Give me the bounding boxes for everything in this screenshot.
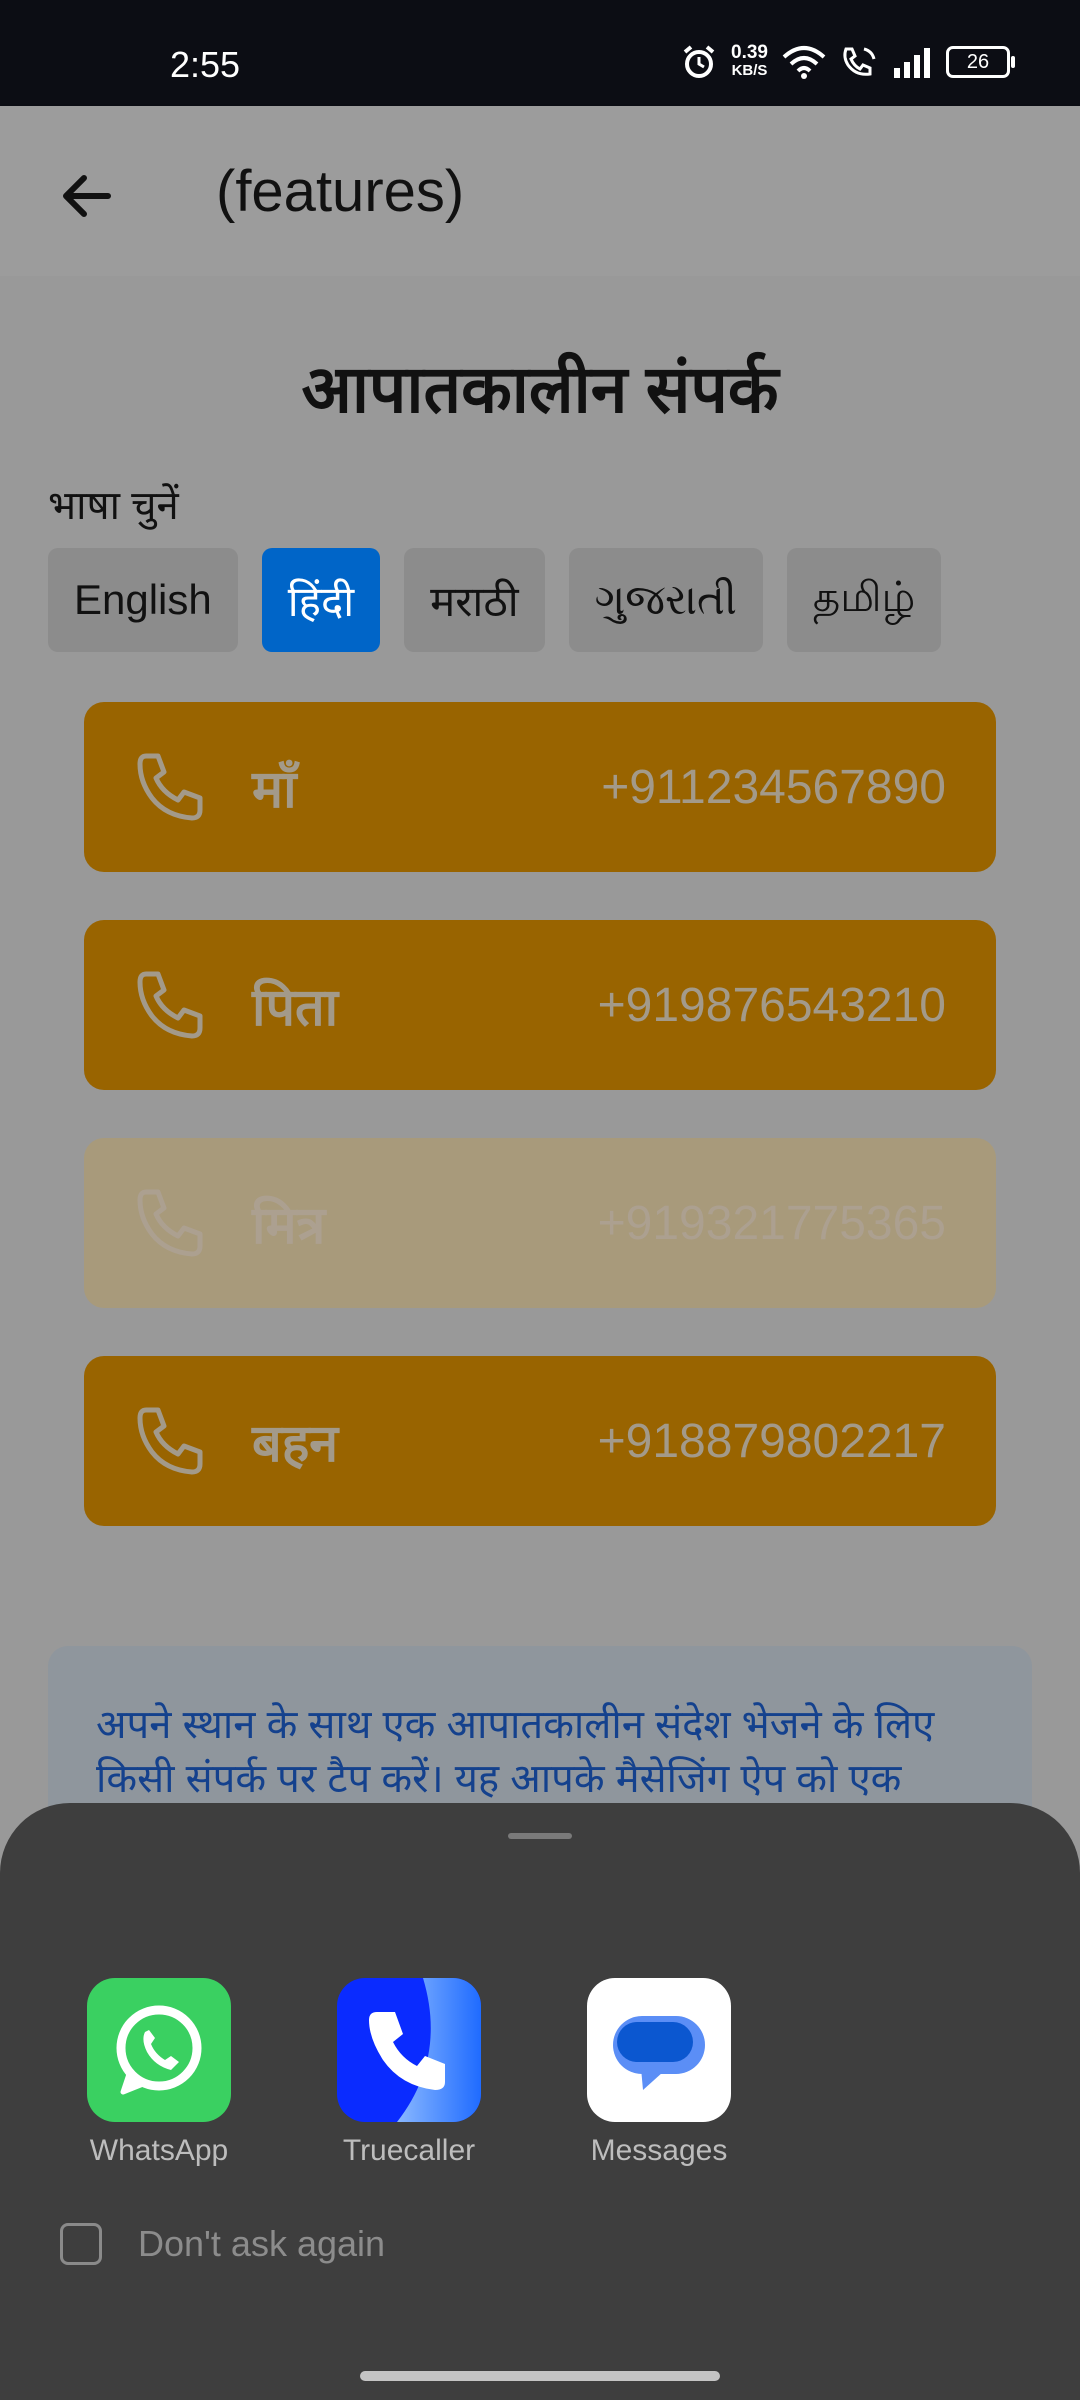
whatsapp-icon	[87, 1978, 231, 2122]
contact-number: +919321775365	[597, 1196, 946, 1250]
contact-number: +911234567890	[601, 760, 946, 814]
signal-icon	[894, 48, 930, 78]
contact-card-sister[interactable]: बहन +918879802217	[84, 1356, 996, 1526]
page-title: (features)	[216, 159, 465, 224]
phone-icon	[137, 753, 203, 821]
share-bottom-sheet: WhatsApp Truecaller Messages Don't ask a…	[0, 1803, 1080, 2400]
language-hindi-button[interactable]: हिंदी	[261, 548, 381, 652]
contact-number: +918879802217	[597, 1414, 946, 1468]
language-label: भाषा चुनें	[48, 484, 179, 528]
emergency-contacts-heading: आपातकालीन संपर्क	[301, 352, 779, 426]
drag-handle[interactable]	[508, 1833, 572, 1839]
language-gujarati-button[interactable]: ગુજરાતી	[568, 548, 763, 652]
battery-icon: 26	[946, 46, 1015, 78]
arrow-left-icon[interactable]	[56, 166, 116, 226]
app-bar: (features)	[0, 106, 1080, 276]
app-label: Messages	[590, 2134, 728, 2167]
truecaller-icon	[337, 1978, 481, 2122]
main-content: आपातकालीन संपर्क भाषा चुनें English हिंद…	[0, 276, 1080, 1846]
dont-ask-again-label: Don't ask again	[138, 2223, 386, 2264]
speed-unit: KB/S	[731, 62, 768, 79]
contact-name: बहन	[252, 1414, 339, 1473]
status-icons: 0.39 KB/S 26	[681, 42, 1015, 80]
messages-icon	[587, 1978, 731, 2122]
speed-value: 0.39	[731, 42, 768, 63]
contact-name: माँ	[252, 760, 297, 819]
info-text: अपने स्थान के साथ एक आपातकालीन संदेश भेज…	[96, 1703, 935, 1801]
messages-option[interactable]: Messages	[574, 1978, 744, 2168]
network-speed: 0.39 KB/S	[731, 42, 768, 80]
app-chooser: WhatsApp Truecaller Messages	[74, 1978, 744, 2168]
language-marathi-button[interactable]: मराठी	[404, 548, 545, 652]
wifi-call-icon	[843, 47, 876, 76]
whatsapp-option[interactable]: WhatsApp	[74, 1978, 244, 2168]
language-tamil-button[interactable]: தமிழ்	[786, 548, 942, 652]
home-indicator[interactable]	[360, 2371, 720, 2381]
wifi-icon	[782, 46, 826, 79]
contact-card-friend[interactable]: मित्र +919321775365	[84, 1138, 996, 1308]
alarm-icon	[683, 45, 715, 78]
phone-icon	[137, 971, 203, 1039]
contact-name: पिता	[252, 978, 339, 1037]
contact-name: मित्र	[252, 1196, 326, 1255]
dont-ask-again-checkbox[interactable]	[60, 2223, 102, 2265]
phone-icon	[137, 1189, 203, 1257]
language-selector: English हिंदी मराठी ગુજરાતી தமிழ்	[48, 548, 942, 652]
contact-card-father[interactable]: पिता +919876543210	[84, 920, 996, 1090]
phone-icon	[137, 1407, 203, 1475]
app-label: Truecaller	[342, 2134, 476, 2167]
contact-card-mother[interactable]: माँ +911234567890	[84, 702, 996, 872]
status-bar: 2:55 0.39 KB/S 26	[0, 0, 1080, 106]
app-label: WhatsApp	[89, 2134, 229, 2167]
truecaller-option[interactable]: Truecaller	[324, 1978, 494, 2168]
status-time: 2:55	[170, 44, 241, 85]
contact-number: +919876543210	[597, 978, 946, 1032]
language-english-button[interactable]: English	[48, 548, 238, 652]
